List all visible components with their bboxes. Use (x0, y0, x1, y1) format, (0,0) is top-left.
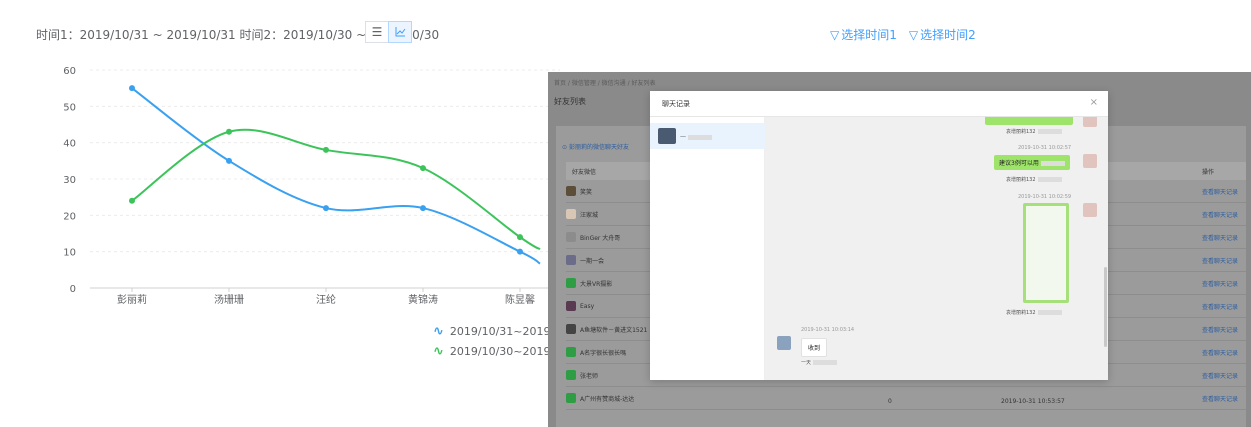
avatar (566, 370, 576, 380)
table-row: A广州有赞商城-达达 查看聊天记录 (566, 387, 1246, 410)
view-chat-link[interactable]: 查看聊天记录 (1202, 394, 1238, 403)
page-title: 好友列表 (554, 97, 586, 106)
friend-name: A广州有赞商城-达达 (580, 395, 635, 403)
message-pane: 袁增丽莉132 2019-10-31 10:02:57 建议3例可以用 袁增丽莉… (765, 117, 1108, 380)
last-row-time: 2019-10-31 10:53:57 (1001, 398, 1065, 405)
dialog-title: 聊天记录 (662, 100, 690, 108)
data-point[interactable] (517, 234, 523, 241)
line-chart: 0 10 20 30 40 50 60 彭丽莉 汤珊珊 汪纶 黄锦涛 陈昱馨 ∿ 2019/10/31… (0, 55, 586, 427)
series-line-1 (131, 87, 541, 265)
y-tick-label: 0 (70, 284, 76, 295)
scrollbar[interactable] (1104, 267, 1107, 347)
list-view-button[interactable]: ☰ (365, 21, 389, 43)
y-tick-label: 50 (63, 102, 76, 113)
data-point[interactable] (420, 165, 426, 172)
avatar (566, 209, 576, 219)
avatar (566, 278, 576, 288)
filter-links: ▽ 选择时间1 ▽ 选择时间2 (830, 26, 976, 43)
data-point[interactable] (517, 248, 523, 255)
message-time: 2019-10-31 10:02:59 (1018, 194, 1072, 200)
avatar (777, 336, 791, 350)
panel-subtitle-text: 彭丽莉的微信聊天好友 (568, 144, 629, 151)
view-chat-link[interactable]: 查看聊天记录 (1202, 302, 1238, 311)
filter-time1-label: 选择时间1 (841, 28, 897, 42)
data-point[interactable] (129, 85, 135, 92)
y-tick-label: 20 (63, 211, 76, 222)
data-point[interactable] (323, 146, 329, 153)
avatar (566, 255, 576, 265)
view-chat-link[interactable]: 查看聊天记录 (1202, 187, 1238, 196)
view-chat-link[interactable]: 查看聊天记录 (1202, 325, 1238, 334)
x-tick-label: 黄锦涛 (408, 293, 438, 306)
filter-time2-label: 选择时间2 (920, 28, 976, 42)
legend-swatch-icon: ∿ (433, 343, 444, 359)
line-chart-icon (395, 27, 405, 37)
col-op: 操作 (1202, 168, 1215, 176)
filter-time2-link[interactable]: ▽ 选择时间2 (909, 26, 976, 43)
filter-icon: ▽ (830, 27, 840, 42)
last-row-count: 0 (888, 398, 892, 405)
chat-history-dialog: 聊天记录 × 一 袁增丽莉132 2019-10-31 10:02:57 建议3… (650, 91, 1108, 380)
contact-item[interactable]: 一 (650, 123, 765, 149)
chart-svg: 0 10 20 30 40 50 60 彭丽莉 汤珊珊 汪纶 黄锦涛 陈昱馨 (63, 66, 560, 306)
close-icon[interactable]: × (1090, 97, 1098, 108)
message-time: 2019-10-31 10:03:14 (801, 327, 855, 333)
view-chat-link[interactable]: 查看聊天记录 (1202, 210, 1238, 219)
filter-icon: ▽ (908, 27, 919, 42)
avatar (566, 393, 576, 403)
x-tick-label: 陈昱馨 (505, 293, 535, 306)
view-chat-link[interactable]: 查看聊天记录 (1202, 256, 1238, 265)
list-icon: ☰ (371, 25, 383, 39)
panel-subtitle: ⊙ 彭丽莉的微信聊天好友 (562, 144, 629, 151)
col-friend: 好友微信 (572, 168, 597, 176)
image-message[interactable] (1023, 203, 1069, 303)
x-tick-label: 汤珊珊 (214, 293, 244, 306)
avatar (1083, 203, 1097, 217)
view-chat-link[interactable]: 查看聊天记录 (1202, 348, 1238, 357)
breadcrumb: 首页 / 微信管理 / 微信沟通 / 好友列表 (554, 80, 656, 87)
view-toggle: ☰ (365, 21, 412, 43)
data-point[interactable] (323, 205, 329, 212)
view-chat-link[interactable]: 查看聊天记录 (1202, 233, 1238, 242)
sender-name: 一天 (801, 359, 838, 366)
avatar (566, 301, 576, 311)
message-bubble: 收到 (801, 338, 828, 357)
chart-view-button[interactable] (388, 21, 412, 43)
filter-time1-link[interactable]: ▽ 选择时间1 (830, 26, 897, 43)
data-point[interactable] (226, 128, 232, 135)
sender-name: 袁增丽莉132 (1006, 128, 1062, 135)
view-chat-link[interactable]: 查看聊天记录 (1202, 279, 1238, 288)
sender-name: 袁增丽莉132 (1006, 176, 1062, 183)
y-tick-label: 10 (63, 248, 76, 259)
contact-name: 一 (680, 132, 713, 141)
legend-swatch-icon: ∿ (433, 323, 444, 339)
avatar (1083, 117, 1097, 127)
contact-list: 一 (650, 117, 765, 380)
data-point[interactable] (129, 197, 135, 204)
avatar (566, 232, 576, 242)
x-tick-label: 彭丽莉 (117, 293, 147, 306)
avatar (1083, 154, 1097, 168)
avatar (658, 128, 676, 144)
y-tick-label: 30 (63, 175, 76, 186)
sender-name: 袁增丽莉132 (1006, 309, 1062, 316)
message-time: 2019-10-31 10:02:57 (1018, 145, 1072, 151)
data-point[interactable] (420, 205, 426, 212)
avatar (566, 347, 576, 357)
dialog-header: 聊天记录 × (650, 91, 1108, 117)
data-point[interactable] (226, 157, 232, 164)
avatar (566, 186, 576, 196)
y-tick-label: 40 (63, 139, 76, 150)
message-bubble (985, 117, 1073, 125)
x-tick-label: 汪纶 (316, 293, 336, 306)
message-bubble: 建议3例可以用 (994, 155, 1070, 170)
avatar (566, 324, 576, 334)
y-tick-label: 60 (63, 66, 76, 77)
view-chat-link[interactable]: 查看聊天记录 (1202, 371, 1238, 380)
